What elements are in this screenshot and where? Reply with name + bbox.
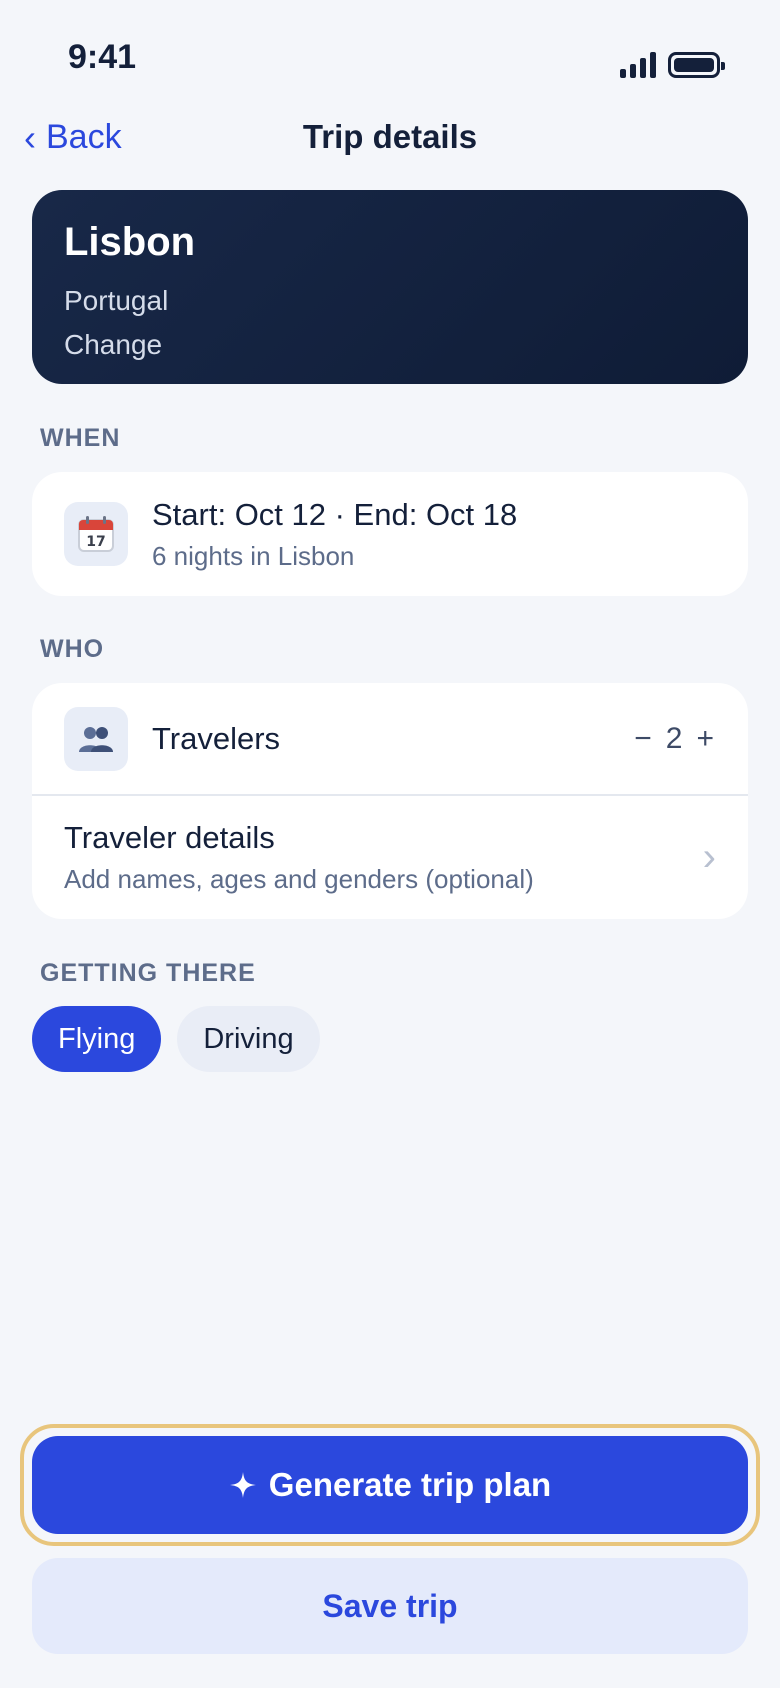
chevron-right-icon: › (702, 835, 716, 879)
generate-trip-plan-button[interactable]: Generate trip plan (32, 1436, 748, 1534)
traveler-details-row[interactable]: Traveler details Add names, ages and gen… (32, 796, 748, 919)
people-icon (64, 706, 128, 771)
traveler-details-subtitle: Add names, ages and genders (optional) (64, 864, 534, 894)
travelers-count: 2 (665, 721, 683, 755)
save-trip-button[interactable]: Save trip (32, 1558, 748, 1654)
section-label-when: WHEN (40, 424, 121, 452)
battery-icon (668, 52, 725, 78)
generate-highlight: Generate trip plan (20, 1424, 760, 1546)
travelers-stepper: − 2 + (632, 722, 716, 756)
trip-dates: Start: Oct 12 · End: Oct 18 (152, 496, 518, 532)
back-button[interactable]: ‹ Back (24, 118, 122, 157)
destination-card: Lisbon Portugal Change (32, 190, 748, 384)
back-label: Back (46, 118, 122, 156)
traveler-details-title: Traveler details (64, 820, 275, 855)
status-icons (620, 52, 725, 78)
trip-nights: 6 nights in Lisbon (152, 540, 355, 571)
dates-card[interactable]: 17 Start: Oct 12 · End: Oct 18 6 nights … (32, 472, 748, 596)
trip-details-screen: 9:41 Trip details ‹ Back Lisbon Portugal… (0, 0, 780, 1688)
travelers-label: Travelers (152, 720, 281, 756)
destination-country: Portugal (64, 285, 169, 316)
decrement-travelers-button[interactable]: − (632, 722, 654, 756)
increment-travelers-button[interactable]: + (694, 722, 716, 756)
destination-city: Lisbon (64, 220, 196, 264)
chip-driving[interactable]: Driving (177, 1006, 320, 1072)
status-time: 9:41 (68, 38, 137, 76)
calendar-icon: 17 (64, 502, 128, 566)
chip-flying[interactable]: Flying (32, 1006, 162, 1072)
transport-options: Flying Driving (32, 1006, 320, 1072)
section-label-getting-there: GETTING THERE (40, 959, 256, 987)
travelers-card: Travelers − 2 + Traveler details Add nam… (32, 683, 748, 919)
change-destination-link[interactable]: Change (64, 329, 162, 361)
svg-text:17: 17 (86, 534, 105, 550)
section-label-who: WHO (40, 635, 105, 663)
chevron-left-icon: ‹ (24, 116, 36, 158)
generate-label: Generate trip plan (268, 1466, 552, 1503)
signal-icon (620, 52, 656, 78)
sparkle-icon (229, 1472, 256, 1498)
